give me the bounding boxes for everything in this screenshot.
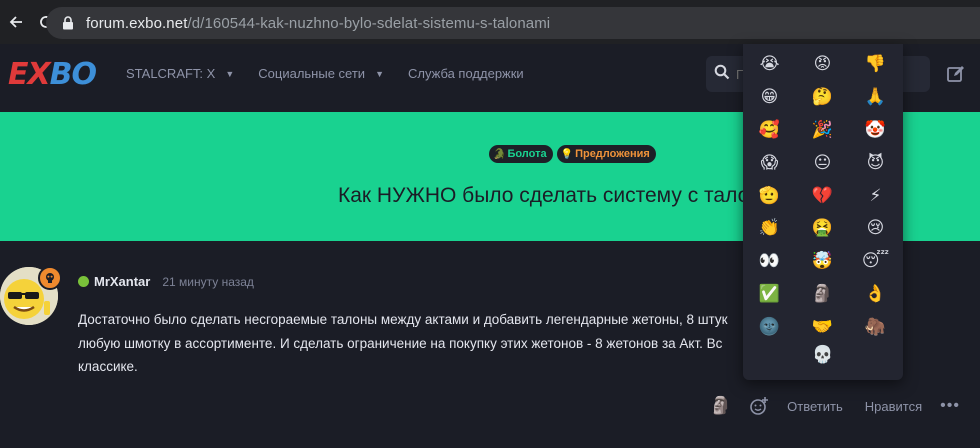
exbo-logo[interactable]: E X BO — [8, 57, 97, 92]
main-nav: STALCRAFT: X ▼ Социальные сети ▼ Служба по… — [126, 66, 548, 81]
emoji-option[interactable]: 🤮 — [796, 212, 849, 245]
emoji-option[interactable]: 🗿 — [796, 278, 849, 311]
url-text: forum.exbo.net/d/160544-kak-nuzhno-bylo-… — [86, 14, 551, 32]
emoji-option[interactable]: 🦣 — [849, 310, 902, 343]
post-meta: MrXantar 21 минуту назад — [78, 274, 254, 289]
emoji-option[interactable]: 🙏 — [849, 81, 902, 114]
emoji-option[interactable]: 😈 — [849, 146, 902, 179]
search-icon — [714, 64, 730, 85]
emoji-option[interactable]: 🎉 — [796, 114, 849, 147]
emoji-option[interactable]: ✅ — [743, 278, 796, 311]
emoji-option[interactable]: 😁 — [743, 81, 796, 114]
emoji-picker: 😭 😡 👎 😁 🤔 🙏 🥰 🎉 🤡 😱 😐 😈 🫡 💔 ⚡ 👏 🤮 😢 👀 🤯 😴 ✅ 🗿 👌 🌚 🤝 🦣 💀 — [743, 44, 903, 380]
emoji-option[interactable]: 👏 — [743, 212, 796, 245]
online-indicator — [78, 276, 89, 287]
back-arrow-icon[interactable] — [2, 8, 30, 36]
more-options-button[interactable]: ••• — [940, 397, 960, 415]
crocodile-icon: 🐊 — [493, 148, 506, 160]
emoji-option[interactable]: 😱 — [743, 146, 796, 179]
emoji-skull[interactable]: 💀 — [743, 341, 903, 369]
user-badge-icon — [38, 266, 62, 290]
emoji-option[interactable]: 🥰 — [743, 114, 796, 147]
nav-item-social[interactable]: Социальные сети ▼ — [258, 66, 384, 81]
post-author[interactable]: MrXantar — [94, 274, 150, 289]
discussion-title: Как НУЖНО было сделать систему с тало — [338, 184, 750, 207]
emoji-grid: 😭 😡 👎 😁 🤔 🙏 🥰 🎉 🤡 😱 😐 😈 🫡 💔 ⚡ 👏 🤮 😢 👀 🤯 😴 ✅ 🗿 👌 🌚 🤝 🦣 — [743, 48, 903, 343]
browser-toolbar: forum.exbo.net/d/160544-kak-nuzhno-bylo-… — [0, 0, 980, 44]
lock-icon[interactable] — [60, 15, 76, 31]
reply-button[interactable]: Ответить — [787, 399, 843, 414]
nav-item-stalcraft[interactable]: STALCRAFT: X ▼ — [126, 66, 234, 81]
caret-down-icon: ▼ — [225, 68, 235, 79]
address-bar[interactable]: forum.exbo.net/d/160544-kak-nuzhno-bylo-… — [46, 7, 980, 39]
emoji-option[interactable]: 😭 — [743, 48, 796, 81]
post-actions: 🗿 Ответить Нравится ••• — [710, 394, 960, 418]
post-time[interactable]: 21 минуту назад — [162, 275, 254, 289]
emoji-option[interactable]: 👀 — [743, 245, 796, 278]
tag-list: 🐊 Болота 💡 Предложения — [489, 145, 660, 163]
emoji-option[interactable]: 👎 — [849, 48, 902, 81]
emoji-option[interactable]: 💔 — [796, 179, 849, 212]
emoji-option[interactable]: 🤝 — [796, 310, 849, 343]
emoji-option[interactable]: 🫡 — [743, 179, 796, 212]
moai-reaction-icon[interactable]: 🗿 — [710, 396, 731, 416]
emoji-option[interactable]: 😐 — [796, 146, 849, 179]
emoji-option[interactable]: 😢 — [849, 212, 902, 245]
emoji-option[interactable]: 😡 — [796, 48, 849, 81]
caret-down-icon: ▼ — [375, 68, 384, 79]
emoji-option[interactable]: 🤔 — [796, 81, 849, 114]
tag-swamps[interactable]: 🐊 Болота — [489, 145, 553, 163]
like-button[interactable]: Нравится — [865, 399, 922, 414]
emoji-option[interactable]: 👌 — [849, 278, 902, 311]
add-reaction-icon[interactable] — [749, 396, 769, 416]
compose-icon[interactable] — [946, 64, 966, 84]
emoji-option[interactable]: ⚡ — [849, 179, 902, 212]
emoji-option[interactable]: 🌚 — [743, 310, 796, 343]
emoji-option[interactable]: 😴 — [849, 245, 902, 278]
emoji-option[interactable]: 🤡 — [849, 114, 902, 147]
nav-item-support[interactable]: Служба поддержки — [408, 66, 524, 81]
tag-suggestions[interactable]: 💡 Предложения — [556, 145, 656, 163]
emoji-option[interactable]: 🤯 — [796, 245, 849, 278]
lightbulb-icon: 💡 — [560, 148, 574, 160]
